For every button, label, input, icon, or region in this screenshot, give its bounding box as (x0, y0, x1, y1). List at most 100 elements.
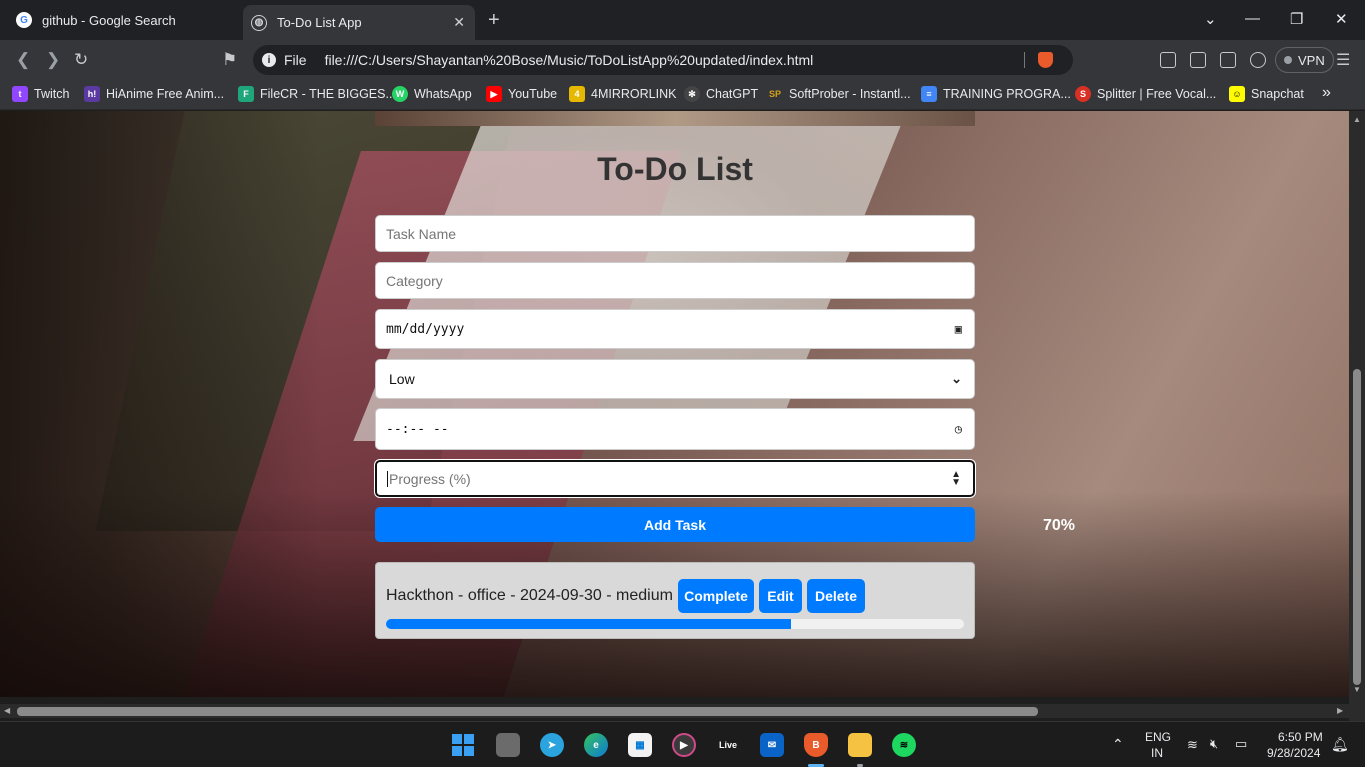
tab-google-search[interactable]: G github - Google Search (8, 5, 240, 35)
wallet-icon[interactable] (1220, 52, 1236, 68)
telegram-icon[interactable]: ➤ (540, 733, 564, 757)
edge-icon[interactable]: e (584, 733, 608, 757)
windows-taskbar: ➤ e ▦ ▶ Live ✉ B ≋ ⌃ ENG IN ≋ 🔇︎ ▭ 6:50 … (0, 721, 1365, 767)
vertical-scroll-thumb[interactable] (1353, 369, 1361, 685)
battery-icon[interactable]: ▭ (1235, 736, 1247, 752)
task-progress-bar (386, 619, 964, 629)
horizontal-scrollbar[interactable]: ◀ ▶ (0, 704, 1349, 718)
bookmark-whatsapp[interactable]: W WhatsApp (392, 86, 472, 102)
extensions-icon[interactable] (1160, 52, 1176, 68)
spinner-icon[interactable]: ▲ ▼ (951, 469, 961, 487)
wifi-icon[interactable]: ≋ (1187, 737, 1198, 753)
task-name-placeholder: Task Name (386, 225, 457, 242)
bookmark-youtube[interactable]: ▶ YouTube (486, 86, 557, 102)
vpn-label: VPN (1298, 52, 1325, 68)
progress-input[interactable]: Progress (%) ▲ ▼ (374, 459, 976, 498)
media-player-icon[interactable]: ▶ (672, 733, 696, 757)
delete-button[interactable]: Delete (807, 579, 865, 613)
twitch-icon: t (12, 86, 28, 102)
new-tab-icon[interactable]: + (488, 9, 500, 32)
close-window-icon[interactable]: ✕ (1335, 10, 1348, 28)
clock-date[interactable]: 9/28/2024 (1267, 746, 1320, 760)
bookmark-label: ChatGPT (706, 87, 759, 101)
bookmark-label: YouTube (508, 87, 558, 101)
bookmark-4mirrorlink[interactable]: 4 4MIRRORLINK (569, 86, 676, 102)
bookmark-icon[interactable]: ⚑ (222, 50, 237, 70)
bookmark-twitch[interactable]: t Twitch (12, 86, 69, 102)
address-bar[interactable]: i File file:///C:/Users/Shayantan%20Bose… (253, 45, 1073, 75)
task-name-input[interactable]: Task Name (375, 215, 975, 252)
bookmark-snapchat[interactable]: ☺ Snapchat (1229, 86, 1304, 102)
bookmark-filecr[interactable]: F FileCR - THE BIGGES... (238, 86, 396, 102)
softprober-icon: SP (768, 89, 781, 99)
chevron-down-icon: ⌄ (951, 371, 962, 386)
forward-icon[interactable]: ❯ (46, 50, 60, 70)
bookmark-splitter[interactable]: S Splitter | Free Vocal... (1075, 86, 1216, 102)
bookmark-hianime[interactable]: h! HiAnime Free Anim... (84, 86, 224, 102)
tray-overflow-icon[interactable]: ⌃ (1112, 736, 1124, 753)
priority-select[interactable]: Low ⌄ (375, 359, 975, 399)
restore-icon[interactable]: ❐ (1290, 10, 1303, 28)
brave-shield-icon[interactable] (1038, 52, 1053, 68)
tab-title: github - Google Search (42, 12, 176, 28)
url-text[interactable]: file:///C:/Users/Shayantan%20Bose/Music/… (325, 52, 814, 68)
vpn-status-icon (1284, 56, 1292, 64)
close-tab-icon[interactable]: ✕ (453, 14, 465, 31)
folder-icon: 4 (569, 86, 585, 102)
tab-search-chevron-icon[interactable]: ⌄ (1204, 10, 1217, 28)
store-icon[interactable]: ▦ (628, 733, 652, 757)
whatsapp-icon: W (392, 86, 408, 102)
add-task-button[interactable]: Add Task (375, 507, 975, 542)
scroll-left-icon[interactable]: ◀ (4, 706, 10, 715)
windows-start-icon[interactable] (451, 733, 475, 757)
due-date-input[interactable]: mm/dd/yyyy ▣ (375, 309, 975, 349)
bookmark-training[interactable]: ≡ TRAINING PROGRA... (921, 86, 1071, 102)
spotify-icon[interactable]: ≋ (892, 733, 916, 757)
language-indicator[interactable]: ENG (1145, 730, 1171, 744)
calendar-icon[interactable]: ▣ (955, 322, 962, 336)
tab-todo-app[interactable]: ◍ To-Do List App ✕ (243, 5, 475, 40)
menu-icon[interactable]: ☰ (1336, 50, 1350, 70)
scroll-down-icon[interactable]: ▼ (1353, 685, 1361, 694)
file-explorer-icon[interactable] (848, 733, 872, 757)
bookmark-label: SoftProber - Instantl... (789, 87, 911, 101)
live-icon[interactable]: Live (716, 733, 740, 757)
scroll-right-icon[interactable]: ▶ (1337, 706, 1343, 715)
bookmark-label: HiAnime Free Anim... (106, 87, 225, 101)
back-icon[interactable]: ❮ (16, 50, 30, 70)
info-icon[interactable]: i (262, 53, 276, 67)
more-bookmarks-icon[interactable]: » (1322, 84, 1331, 102)
time-input[interactable]: --:-- -- ◷ (375, 408, 975, 450)
muted-volume-icon[interactable]: 🔇︎ (1210, 736, 1218, 752)
reload-icon[interactable]: ↻ (74, 50, 88, 70)
youtube-icon: ▶ (486, 86, 502, 102)
clock-icon[interactable]: ◷ (955, 422, 962, 436)
notification-bell-icon[interactable]: 🔔︎ (1331, 736, 1349, 753)
mail-icon[interactable]: ✉ (760, 733, 784, 757)
leo-ai-icon[interactable] (1250, 52, 1266, 68)
bookmark-softprober[interactable]: SP SoftProber - Instantl... (767, 86, 911, 102)
google-icon: G (16, 12, 32, 28)
horizontal-scroll-thumb[interactable] (17, 707, 1038, 716)
complete-button[interactable]: Complete (678, 579, 754, 613)
minimize-icon[interactable]: — (1245, 10, 1260, 27)
chatgpt-icon: ✻ (684, 86, 700, 102)
page-title: To-Do List (597, 151, 753, 187)
page-viewport: To-Do List Task Name Category mm/dd/yyyy… (0, 111, 1349, 697)
region-indicator[interactable]: IN (1151, 746, 1163, 760)
category-input[interactable]: Category (375, 262, 975, 299)
task-progress-label: 70% (1043, 517, 1076, 534)
bookmark-chatgpt[interactable]: ✻ ChatGPT (684, 86, 758, 102)
brave-icon[interactable]: B (804, 733, 828, 757)
hianime-icon: h! (84, 86, 100, 102)
bookmark-label: FileCR - THE BIGGES... (260, 87, 396, 101)
vpn-button[interactable]: VPN (1275, 47, 1334, 73)
sidebar-icon[interactable] (1190, 52, 1206, 68)
scroll-up-icon[interactable]: ▲ (1353, 115, 1361, 124)
vertical-scrollbar[interactable]: ▲ ▼ (1349, 111, 1365, 697)
clock-time[interactable]: 6:50 PM (1278, 730, 1323, 744)
snapchat-icon: ☺ (1229, 86, 1245, 102)
category-placeholder: Category (386, 272, 443, 289)
edit-button[interactable]: Edit (759, 579, 802, 613)
task-view-icon[interactable] (496, 733, 520, 757)
